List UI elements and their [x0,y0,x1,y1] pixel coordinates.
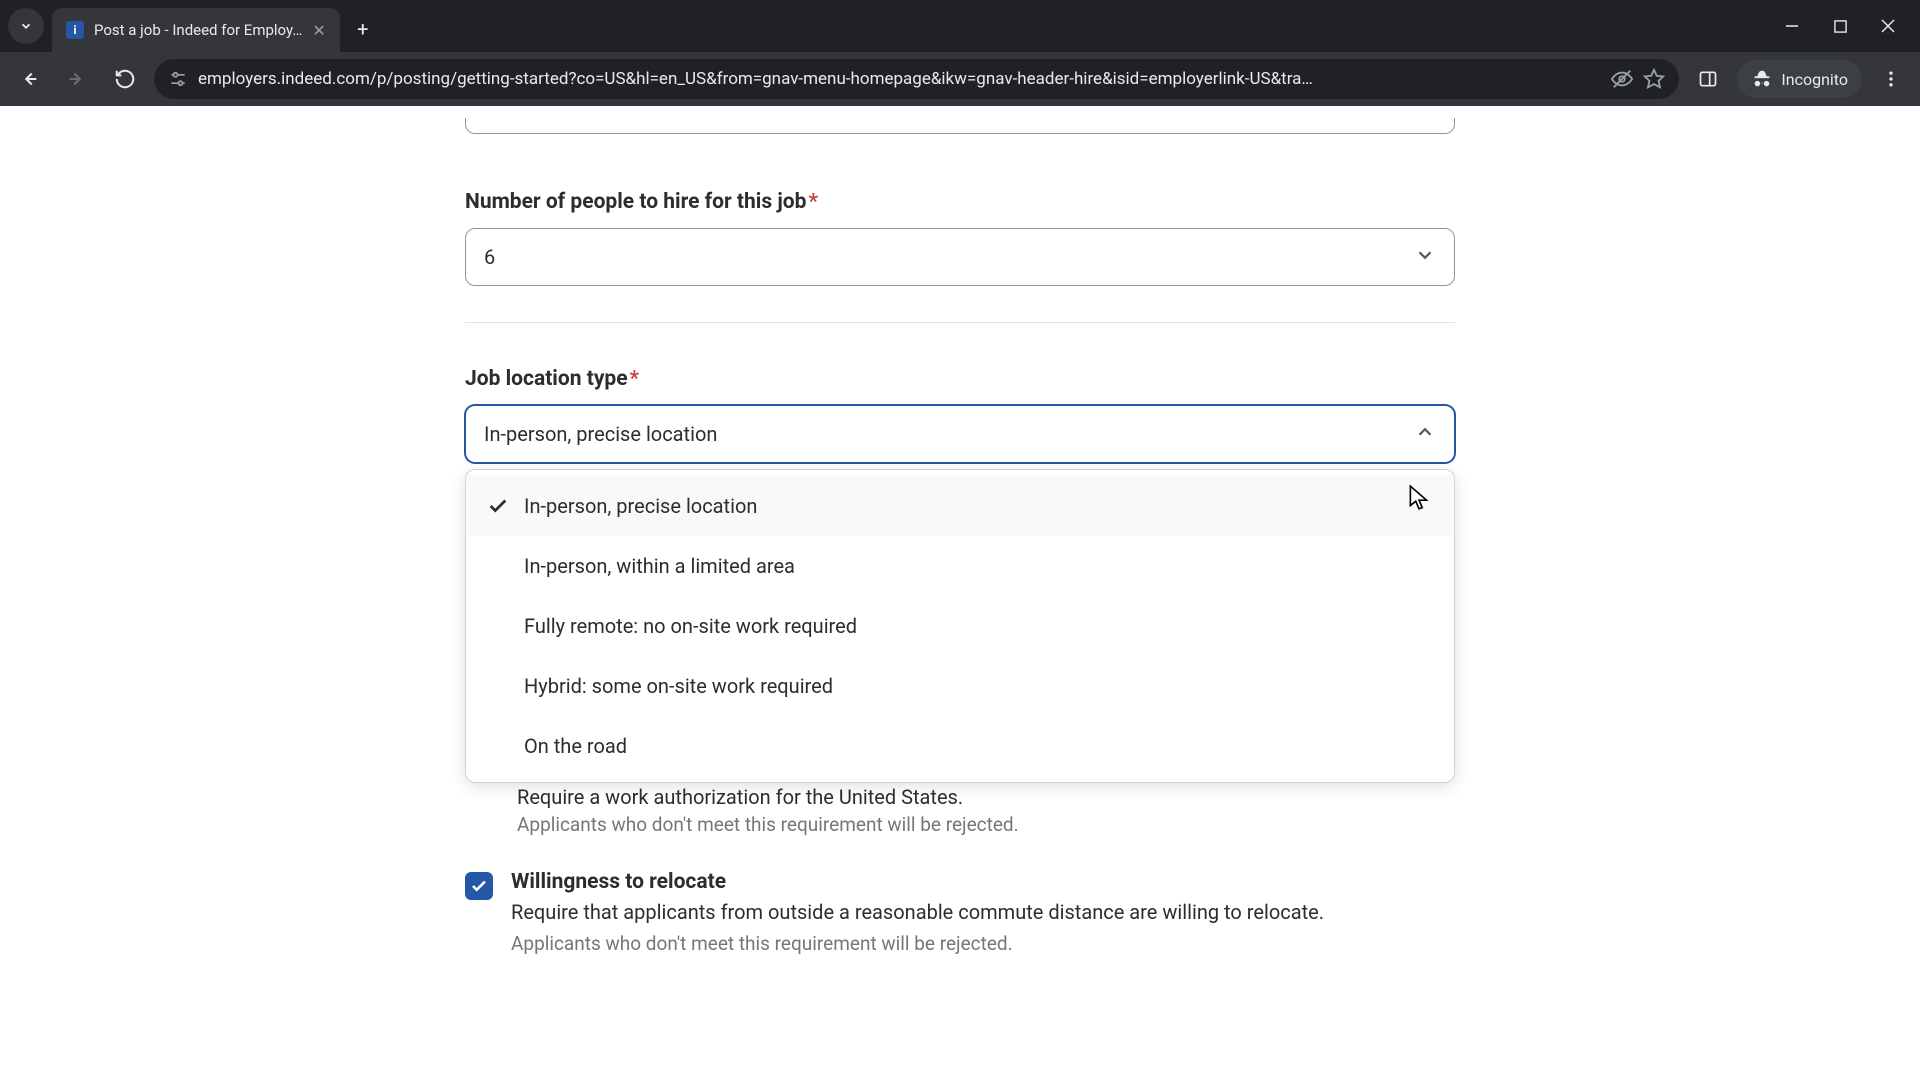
incognito-label: Incognito [1781,70,1848,89]
sidepanel-icon[interactable] [1689,60,1727,98]
site-settings-icon[interactable] [168,69,188,89]
tab-close-icon[interactable]: ✕ [312,21,325,40]
relocate-description: Require that applicants from outside a r… [511,898,1324,926]
form-container: Number of people to hire for this job* 6… [465,106,1455,955]
forward-button[interactable] [58,60,96,98]
relocate-title: Willingness to relocate [511,870,1324,894]
field-job-location-type: Job location type* In-person, precise lo… [465,367,1455,783]
incognito-badge[interactable]: Incognito [1737,60,1862,98]
option-fully-remote[interactable]: Fully remote: no on-site work required [466,596,1454,656]
maximize-icon[interactable] [1828,14,1852,38]
new-tab-button[interactable]: + [346,12,380,46]
minimize-icon[interactable] [1780,14,1804,38]
page-viewport: Number of people to hire for this job* 6… [0,106,1920,1080]
menu-icon[interactable] [1872,60,1910,98]
bookmark-star-icon[interactable] [1643,68,1665,90]
chevron-up-icon [1414,421,1436,448]
favicon-icon: i [66,21,84,39]
relocate-hint: Applicants who don't meet this requireme… [511,932,1324,955]
section-divider [465,322,1455,323]
location-select-value: In-person, precise location [484,422,717,446]
browser-tab-active[interactable]: i Post a job - Indeed for Employ… ✕ [52,8,340,52]
field-number-of-people: Number of people to hire for this job* 6 [465,190,1455,286]
relocate-checkbox[interactable] [465,872,493,900]
browser-titlebar: i Post a job - Indeed for Employ… ✕ + [0,0,1920,52]
option-in-person-precise[interactable]: In-person, precise location [466,476,1454,536]
tab-search-button[interactable] [8,8,44,44]
option-on-the-road[interactable]: On the road [466,716,1454,776]
check-icon [486,495,510,517]
location-dropdown: In-person, precise location In-person, w… [465,469,1455,783]
browser-window: i Post a job - Indeed for Employ… ✕ + [0,0,1920,1080]
people-label: Number of people to hire for this job* [465,190,1455,214]
reload-button[interactable] [106,60,144,98]
tab-title: Post a job - Indeed for Employ… [94,21,302,39]
location-select[interactable]: In-person, precise location [465,405,1455,463]
url-text: employers.indeed.com/p/posting/getting-s… [198,69,1601,89]
close-window-icon[interactable] [1876,14,1900,38]
required-asterisk: * [808,190,818,214]
field-willingness-to-relocate: Willingness to relocate Require that app… [465,870,1455,955]
required-asterisk: * [630,367,640,391]
browser-toolbar: employers.indeed.com/p/posting/getting-s… [0,52,1920,106]
location-label: Job location type* [465,367,1455,391]
eye-off-icon[interactable] [1611,68,1633,90]
option-hybrid[interactable]: Hybrid: some on-site work required [466,656,1454,716]
window-controls [1780,14,1912,38]
option-in-person-limited-area[interactable]: In-person, within a limited area [466,536,1454,596]
page-scroll[interactable]: Number of people to hire for this job* 6… [0,106,1920,1080]
incognito-icon [1751,68,1773,90]
chevron-down-icon [1414,244,1436,271]
back-button[interactable] [10,60,48,98]
address-bar[interactable]: employers.indeed.com/p/posting/getting-s… [154,59,1679,99]
truncated-field-above[interactable] [465,118,1455,134]
people-select-value: 6 [484,245,495,269]
people-select[interactable]: 6 [465,228,1455,286]
obscured-requirement-text: Require a work authorization for the Uni… [465,785,1455,836]
